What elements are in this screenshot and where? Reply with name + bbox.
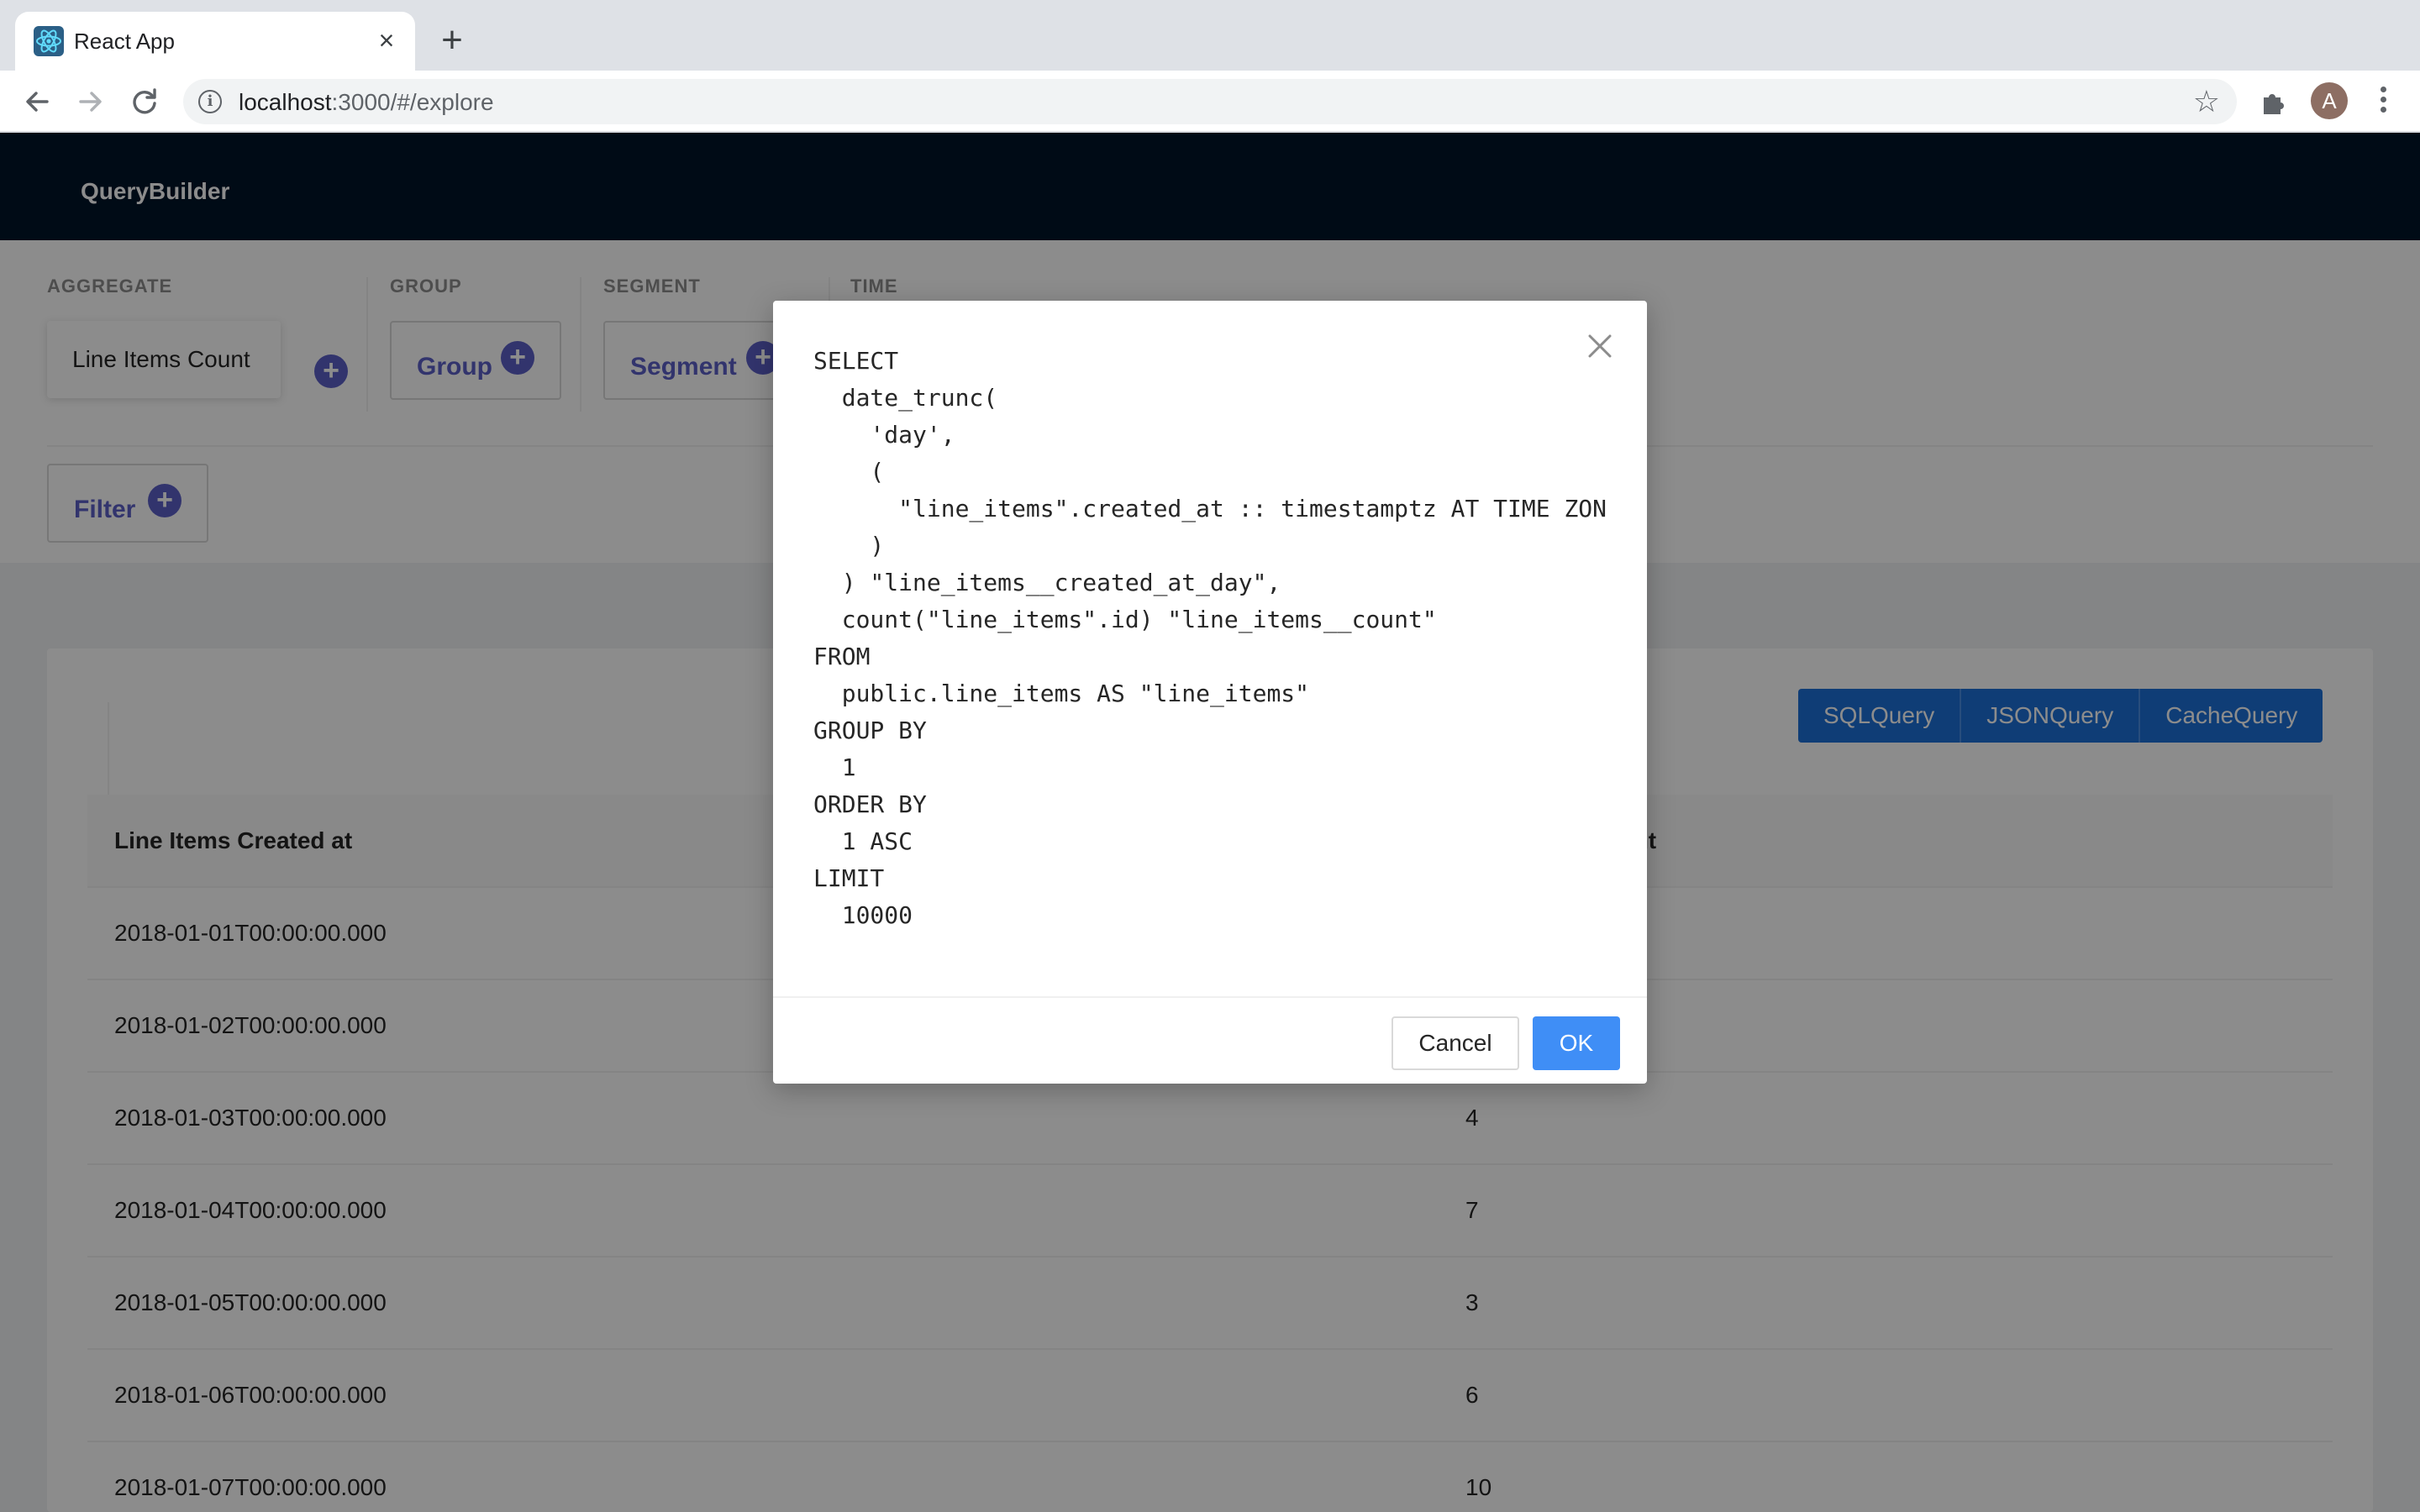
sql-code-block: SELECT date_trunc( 'day', ( "line_items"… <box>813 343 1620 929</box>
sql-line: ) <box>813 532 885 559</box>
url-text: localhost:3000/#/explore <box>239 89 494 116</box>
address-bar[interactable]: i localhost:3000/#/explore ☆ <box>183 79 2237 124</box>
sql-line: SELECT <box>813 347 899 375</box>
browser-tab-strip: React App × + <box>0 0 2420 71</box>
sql-line: public.line_items AS "line_items" <box>813 680 1310 707</box>
modal-footer: Cancel OK <box>773 996 1647 1084</box>
profile-avatar[interactable]: A <box>2311 82 2348 119</box>
site-info-icon[interactable]: i <box>198 90 222 113</box>
sql-line: ( <box>813 458 885 486</box>
back-arrow-icon[interactable] <box>18 83 55 120</box>
browser-menu-icon[interactable] <box>2371 84 2395 118</box>
bookmark-star-icon[interactable]: ☆ <box>2193 86 2220 118</box>
browser-toolbar: i localhost:3000/#/explore ☆ <box>0 71 2420 133</box>
tab-close-icon[interactable]: × <box>370 24 403 57</box>
sql-query-modal: SELECT date_trunc( 'day', ( "line_items"… <box>773 301 1647 1084</box>
sql-line: 10000 <box>813 901 913 929</box>
new-tab-icon[interactable]: + <box>434 22 471 60</box>
sql-line: 1 ASC <box>813 827 913 855</box>
browser-tab[interactable]: React App × <box>15 12 415 71</box>
sql-line: ORDER BY <box>813 790 927 818</box>
sql-line: 'day', <box>813 421 955 449</box>
extensions-puzzle-icon[interactable] <box>2257 86 2291 119</box>
sql-line: GROUP BY <box>813 717 927 744</box>
sql-line: date_trunc( <box>813 384 998 412</box>
reload-icon[interactable] <box>126 83 163 120</box>
sql-line: FROM <box>813 643 871 670</box>
sql-line: "line_items".created_at :: timestamptz A… <box>813 495 1607 522</box>
url-path: :3000/#/explore <box>331 89 494 115</box>
ok-button[interactable]: OK <box>1533 1016 1620 1070</box>
sql-line: count("line_items".id) "line_items__coun… <box>813 606 1437 633</box>
url-host: localhost <box>239 89 332 115</box>
sql-line: 1 <box>813 753 856 781</box>
sql-line: ) "line_items__created_at_day", <box>813 569 1281 596</box>
sql-line: LIMIT <box>813 864 885 892</box>
forward-arrow-icon[interactable] <box>72 83 109 120</box>
react-favicon-icon <box>34 26 64 56</box>
tab-title: React App <box>74 29 175 54</box>
cancel-button[interactable]: Cancel <box>1392 1016 1519 1070</box>
